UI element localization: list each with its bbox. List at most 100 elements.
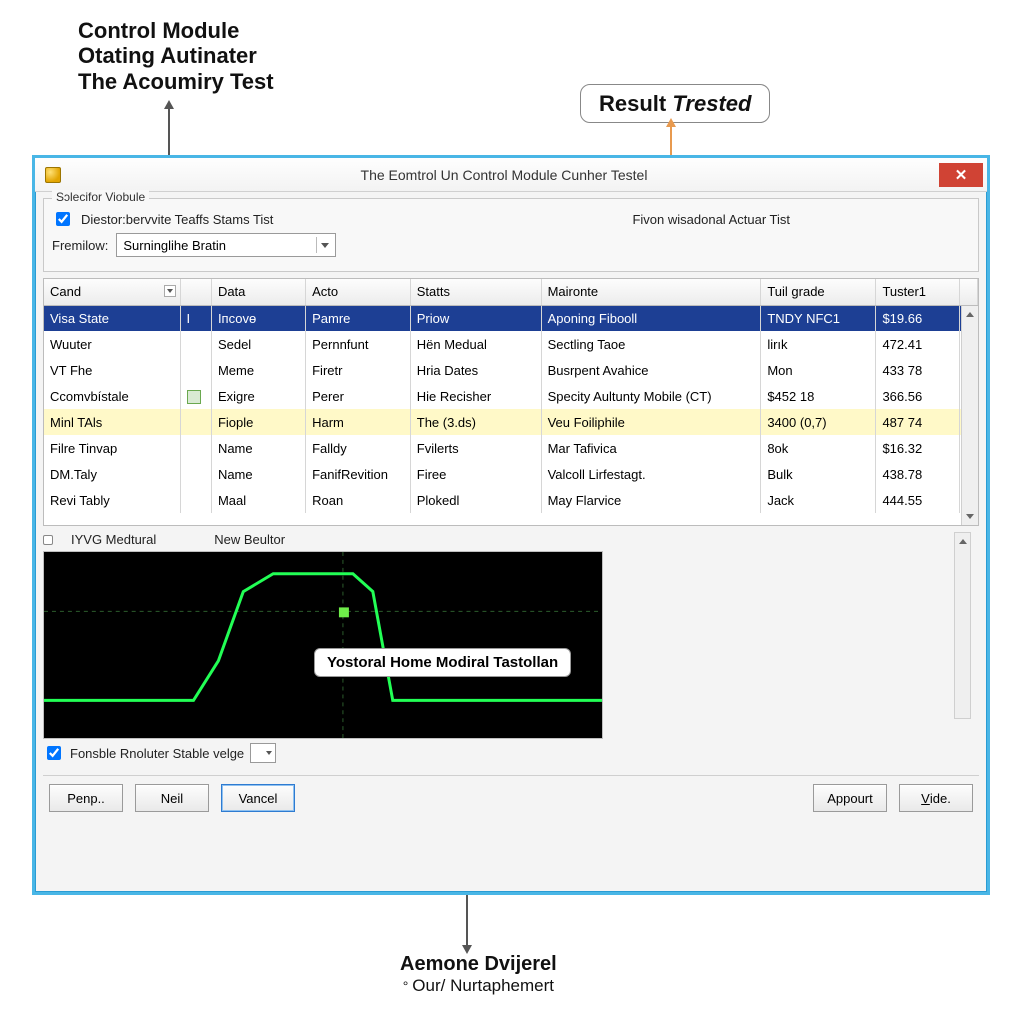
table-cell: 472.41: [876, 331, 960, 357]
table-cell: Maal: [211, 487, 305, 513]
col-maironte[interactable]: Maironte: [541, 279, 761, 305]
graph-tab-dot[interactable]: [43, 535, 53, 545]
titlebar[interactable]: The Eomtrol Un Control Module Cunher Tes…: [35, 158, 987, 192]
table-cell: Fiople: [211, 409, 305, 435]
table-cell: 438.78: [876, 461, 960, 487]
table-row[interactable]: Minl TAlsFiopleHarmThe (3.ds)Veu Foiliph…: [44, 409, 978, 435]
fremilow-label: Fremilow:: [52, 238, 108, 253]
col-blank[interactable]: [180, 279, 211, 305]
graph-tab1: IYVG Medtural: [71, 532, 156, 547]
selector-legend: Sɔlecifor Viobule: [52, 190, 149, 204]
table-cell: Sedel: [211, 331, 305, 357]
table-cell: Mar Tafivica: [541, 435, 761, 461]
scroll-down-icon[interactable]: [962, 508, 978, 525]
table-cell: lirık: [761, 331, 876, 357]
table-cell: [180, 487, 211, 513]
arrow-top-left: [168, 108, 170, 156]
table-cell: Pamre: [306, 305, 411, 331]
table-cell: Plokedl: [410, 487, 541, 513]
diestor-checkbox[interactable]: [56, 212, 70, 226]
table-row[interactable]: CcomvbístaleExigrePererHie RecisherSpeci…: [44, 383, 978, 409]
table-cell: 8ok: [761, 435, 876, 461]
callout-control-module: Control Module Otating Autinater The Aco…: [78, 18, 274, 94]
table-row[interactable]: Visa StateIIпсоvөPamrePriowAponing Fiboo…: [44, 305, 978, 331]
fremilow-combo[interactable]: Surninglihe Bratin: [116, 233, 336, 257]
fremilow-value: Surninglihe Bratin: [123, 238, 226, 253]
chevron-down-icon[interactable]: [164, 285, 176, 297]
appourt-button[interactable]: Appourt: [813, 784, 887, 812]
window-title: The Eomtrol Un Control Module Cunher Tes…: [69, 167, 939, 183]
table-row[interactable]: Revi TablyMaalRoanPlokedlMay FlarviceJac…: [44, 487, 978, 513]
panel-scrollbar[interactable]: [954, 532, 971, 719]
table-cell: Firee: [410, 461, 541, 487]
table-cell: 433 78: [876, 357, 960, 383]
table-cell: [180, 435, 211, 461]
table-cell: Wuuter: [44, 331, 180, 357]
callout-result-trested: Result Trested: [580, 84, 770, 123]
table-cell: FanifRevition: [306, 461, 411, 487]
table-cell: Valcoll Lirfestagt.: [541, 461, 761, 487]
table-cell: Revi Tably: [44, 487, 180, 513]
table-cell: The (3.ds): [410, 409, 541, 435]
dialog-window: The Eomtrol Un Control Module Cunher Tes…: [32, 155, 990, 895]
table-cell: Meme: [211, 357, 305, 383]
col-tuster[interactable]: Tuster1: [876, 279, 960, 305]
table-cell: [180, 357, 211, 383]
table-row[interactable]: DM.Taly NameFanifRevitionFireeValcoll Lir…: [44, 461, 978, 487]
table-cell: Name: [211, 461, 305, 487]
scroll-up-icon[interactable]: [962, 306, 978, 323]
table-cell: $16.32: [876, 435, 960, 461]
right-caption: Fivon wisadonal Actuar Tist: [632, 212, 790, 227]
app-icon: [45, 167, 61, 183]
close-button[interactable]: ✕: [939, 163, 983, 187]
table-cell: DM.Taly: [44, 461, 180, 487]
selector-group: Sɔlecifor Viobule Diestor:bervvite Teaff…: [43, 198, 979, 272]
table-row[interactable]: WuuterSedelPernnfuntHën MedualSectling T…: [44, 331, 978, 357]
table-cell: Perer: [306, 383, 411, 409]
table-cell: Sectling Taoe: [541, 331, 761, 357]
col-tuilgrade[interactable]: Tuil grade: [761, 279, 876, 305]
col-data[interactable]: Data: [211, 279, 305, 305]
fonsble-label: Fonsble Rnoluter Stable velge: [70, 746, 244, 761]
table-cell: Hën Medual: [410, 331, 541, 357]
crosshair-marker: [339, 607, 349, 617]
small-combo[interactable]: [250, 743, 276, 763]
table-cell: Iпсоvө: [211, 305, 305, 331]
neil-button[interactable]: Neil: [135, 784, 209, 812]
vancel-button[interactable]: Vancel: [221, 784, 295, 812]
table-cell: [180, 409, 211, 435]
graph-panel: IYVG Medtural New Beultor Yostoral Home …: [43, 532, 979, 763]
table-cell: Veu Foiliphile: [541, 409, 761, 435]
table-cell: Priow: [410, 305, 541, 331]
button-bar: Penp.. Neil Vancel Appourt Vide.: [43, 775, 979, 820]
col-statts[interactable]: Statts: [410, 279, 541, 305]
graph-canvas[interactable]: Yostoral Home Modiral Tastollan: [43, 551, 603, 739]
table-cell: TNDY NFC1: [761, 305, 876, 331]
row-icon: [187, 390, 201, 404]
table-row[interactable]: Filre TinvapNameFalldyFvilertsMar Tafivi…: [44, 435, 978, 461]
table-cell: Hria Dates: [410, 357, 541, 383]
table-cell: 487 74: [876, 409, 960, 435]
scroll-up-icon[interactable]: [955, 533, 970, 550]
table-cell: Specity Aultunty Mobile (CT): [541, 383, 761, 409]
penp-button[interactable]: Penp..: [49, 784, 123, 812]
table-cell: [180, 331, 211, 357]
col-cand[interactable]: Cand: [44, 279, 180, 305]
table-scrollbar[interactable]: [961, 306, 978, 525]
table-cell: Ccomvbístale: [44, 383, 180, 409]
table-cell: Exigre: [211, 383, 305, 409]
col-acto[interactable]: Acto: [306, 279, 411, 305]
table-cell: $452 18: [761, 383, 876, 409]
table-header-row: Cand Data Acto Statts Maironte Tuil grad…: [44, 279, 978, 305]
table-cell: Fvilerts: [410, 435, 541, 461]
table-cell: 3400 (0,7): [761, 409, 876, 435]
table-cell: Visa State: [44, 305, 180, 331]
table-cell: Bulk: [761, 461, 876, 487]
table-cell: 366.56: [876, 383, 960, 409]
vide-button[interactable]: Vide.: [899, 784, 973, 812]
table-row[interactable]: VT FheMemeFiretrHria DatesBusrpent Avahi…: [44, 357, 978, 383]
table-cell: Mon: [761, 357, 876, 383]
fonsble-checkbox[interactable]: [47, 746, 61, 760]
table-cell: Harm: [306, 409, 411, 435]
table-cell: Filre Tinvap: [44, 435, 180, 461]
